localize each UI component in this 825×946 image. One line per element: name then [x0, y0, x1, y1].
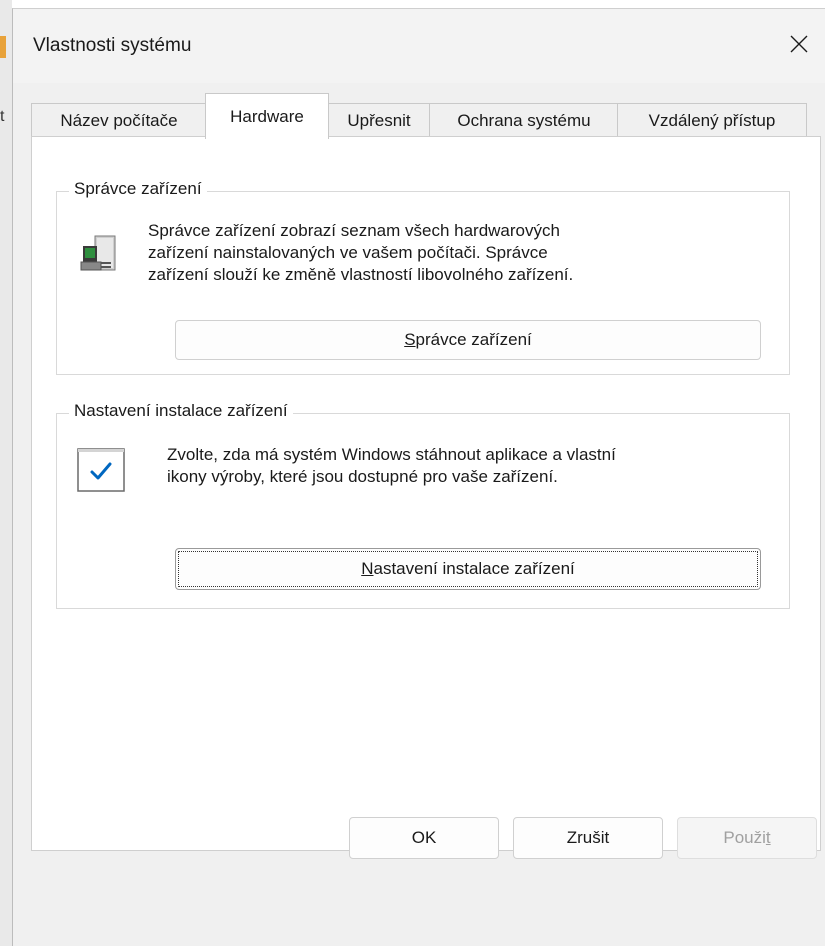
- description-line: Správce zařízení zobrazí seznam všech ha…: [148, 221, 560, 240]
- tab-advanced[interactable]: Upřesnit: [327, 103, 431, 137]
- tab-computer-name[interactable]: Název počítače: [31, 103, 207, 137]
- system-properties-dialog: Vlastnosti systému Název počítače Hardwa…: [12, 8, 825, 946]
- button-label: Použit: [723, 828, 770, 848]
- device-manager-button[interactable]: Správce zařízení: [175, 320, 761, 360]
- checkmark-icon: [77, 446, 125, 492]
- apply-button[interactable]: Použit: [677, 817, 817, 859]
- button-label: Zrušit: [566, 828, 610, 847]
- access-key: S: [404, 330, 416, 349]
- button-label: OK: [411, 828, 437, 847]
- install-settings-button[interactable]: Nastavení instalace zařízení: [175, 548, 761, 590]
- background-desktop: t: [0, 0, 12, 946]
- tab-label: Vzdálený přístup: [648, 110, 776, 130]
- description-line: zařízení slouží ke změně vlastností libo…: [148, 265, 574, 284]
- button-label: Správce zařízení: [404, 330, 532, 350]
- tab-label: Název počítače: [60, 110, 178, 130]
- tab-label: Ochrana systému: [457, 110, 591, 130]
- cancel-button[interactable]: Zrušit: [513, 817, 663, 859]
- tab-remote-access[interactable]: Vzdálený přístup: [617, 103, 807, 137]
- access-key: t: [765, 828, 771, 847]
- description-line: zařízení nainstalovaných ve vašem počíta…: [148, 243, 548, 262]
- install-settings-group: Nastavení instalace zařízení Zvolte, zda…: [56, 401, 790, 609]
- device-manager-group: Správce zařízení Správce zařízení zobraz…: [56, 179, 790, 375]
- close-icon: [790, 35, 808, 53]
- button-label: Nastavení instalace zařízení: [361, 559, 575, 579]
- title-bar[interactable]: Vlastnosti systému: [13, 9, 825, 83]
- hardware-tab-panel: Správce zařízení Správce zařízení zobraz…: [31, 136, 821, 851]
- access-key: N: [361, 559, 374, 578]
- device-manager-legend: Správce zařízení: [69, 179, 207, 199]
- background-icon-fragment: [0, 36, 6, 58]
- label-prefix: Použi: [723, 828, 766, 847]
- description-line: Zvolte, zda má systém Windows stáhnout a…: [167, 445, 616, 464]
- install-settings-description: Zvolte, zda má systém Windows stáhnout a…: [167, 444, 777, 488]
- close-button[interactable]: [773, 9, 825, 79]
- label-rest: astavení instalace zařízení: [373, 559, 575, 578]
- ok-button[interactable]: OK: [349, 817, 499, 859]
- tab-strip: Název počítače Hardware Upřesnit Ochrana…: [31, 93, 821, 139]
- install-settings-legend: Nastavení instalace zařízení: [69, 401, 293, 421]
- label-rest: právce zařízení: [415, 330, 532, 349]
- tab-hardware[interactable]: Hardware: [205, 93, 329, 139]
- tab-label: Hardware: [230, 106, 304, 126]
- background-text-fragment: t: [0, 108, 5, 125]
- device-manager-description: Správce zařízení zobrazí seznam všech ha…: [148, 220, 768, 286]
- tab-label: Upřesnit: [347, 110, 411, 130]
- device-manager-icon: [77, 232, 121, 276]
- tab-system-protection[interactable]: Ochrana systému: [429, 103, 619, 137]
- window-title: Vlastnosti systému: [33, 35, 192, 56]
- description-line: ikony výroby, které jsou dostupné pro va…: [167, 467, 558, 486]
